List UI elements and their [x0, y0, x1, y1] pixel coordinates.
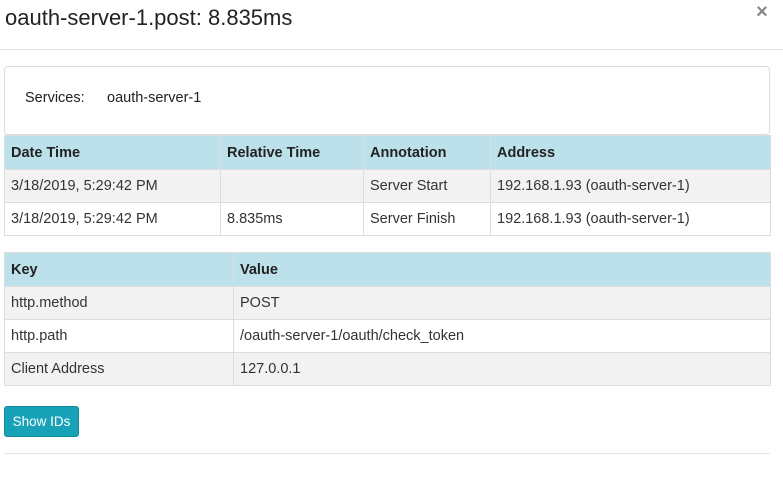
table-row: 3/18/2019, 5:29:42 PM Server Start 192.1… [4, 169, 771, 203]
table-row: 3/18/2019, 5:29:42 PM 8.835ms Server Fin… [4, 202, 771, 236]
services-label: Services: [25, 90, 85, 106]
modal-title: oauth-server-1.post: 8.835ms [5, 5, 293, 30]
cell-key: Client Address [4, 352, 234, 386]
column-header-key: Key [4, 252, 234, 287]
cell-date-time: 3/18/2019, 5:29:42 PM [4, 202, 221, 236]
show-ids-button[interactable]: Show IDs [4, 406, 79, 437]
cell-relative-time [220, 169, 364, 203]
table-row: http.path /oauth-server-1/oauth/check_to… [4, 319, 771, 353]
cell-address: 192.168.1.93 (oauth-server-1) [490, 202, 771, 236]
close-icon[interactable]: × [753, 2, 771, 22]
cell-key: http.path [4, 319, 234, 353]
table-row: Client Address 127.0.0.1 [4, 352, 771, 386]
cell-date-time: 3/18/2019, 5:29:42 PM [4, 169, 221, 203]
column-header-date-time: Date Time [4, 135, 221, 170]
column-header-annotation: Annotation [363, 135, 491, 170]
column-header-value: Value [233, 252, 771, 287]
cell-key: http.method [4, 286, 234, 320]
services-value: oauth-server-1 [107, 90, 202, 106]
cell-annotation: Server Start [363, 169, 491, 203]
cell-relative-time: 8.835ms [220, 202, 364, 236]
cell-address: 192.168.1.93 (oauth-server-1) [490, 169, 771, 203]
annotations-header-row: Date Time Relative Time Annotation Addre… [4, 135, 771, 170]
cell-value: POST [233, 286, 771, 320]
tags-table: Key Value http.method POST http.path /oa… [4, 252, 771, 386]
column-header-address: Address [490, 135, 771, 170]
table-row: http.method POST [4, 286, 771, 320]
cell-annotation: Server Finish [363, 202, 491, 236]
services-panel: Services: oauth-server-1 [4, 66, 770, 135]
column-header-relative-time: Relative Time [220, 135, 364, 170]
footer-divider [4, 453, 770, 454]
annotations-table: Date Time Relative Time Annotation Addre… [4, 135, 771, 236]
tags-header-row: Key Value [4, 252, 771, 287]
cell-value: 127.0.0.1 [233, 352, 771, 386]
cell-value: /oauth-server-1/oauth/check_token [233, 319, 771, 353]
trace-span-modal: oauth-server-1.post: 8.835ms × Services:… [0, 0, 783, 479]
modal-header: oauth-server-1.post: 8.835ms × [0, 0, 783, 50]
